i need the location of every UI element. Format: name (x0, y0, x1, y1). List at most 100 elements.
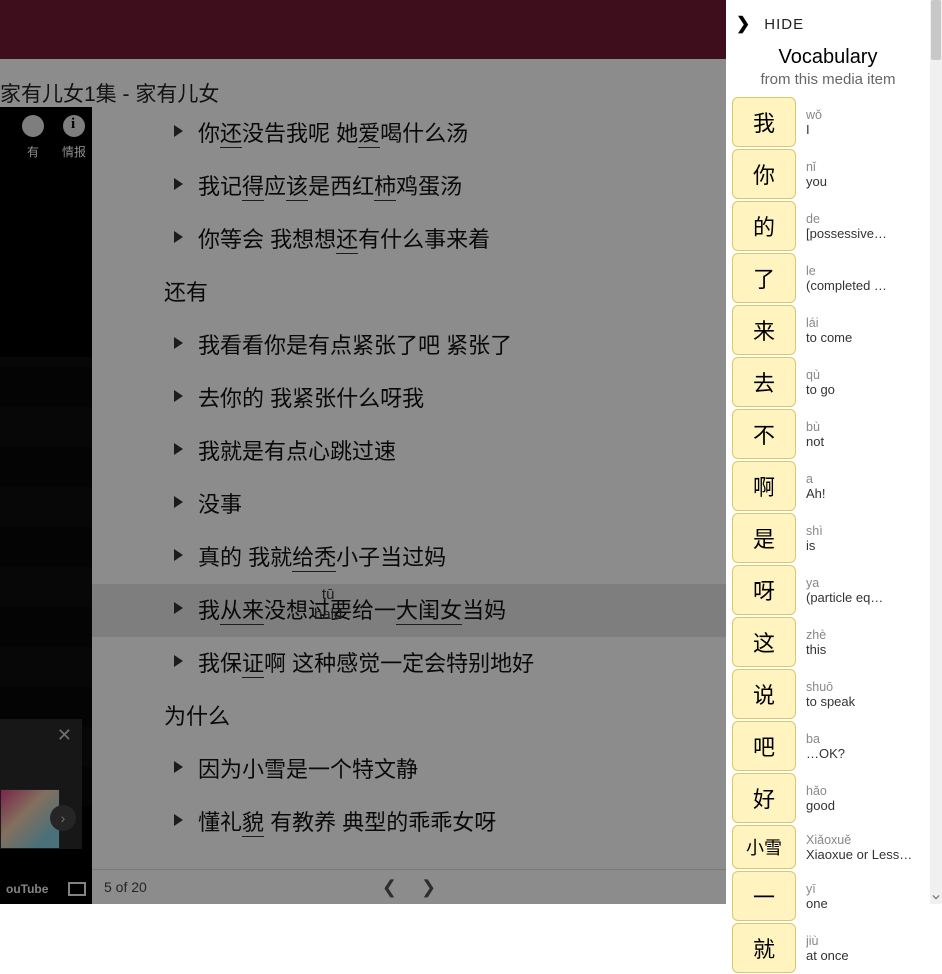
vocab-pinyin: lái (806, 316, 924, 330)
word-segment[interactable]: 有什么事来着 (358, 227, 490, 252)
vocab-pinyin: shì (806, 524, 924, 538)
word-segment[interactable]: 小子当过妈 (336, 545, 446, 570)
word-segment[interactable]: 当妈 (462, 598, 506, 623)
vocab-chip[interactable]: 说 (732, 669, 796, 719)
play-line-icon[interactable] (174, 761, 183, 773)
transcript-line[interactable]: 我就是有点心跳过速 (92, 425, 726, 478)
vocab-info: wǒI (806, 108, 924, 137)
transcript-label: 还有 (92, 266, 726, 319)
vocab-title: Vocabulary (726, 46, 930, 69)
word-segment[interactable]: 没告我呢 她 (242, 121, 358, 146)
transcript-text: 懂礼貌 有教养 典型的乖乖女呀 (198, 810, 496, 835)
word-segment[interactable]: 从来 (220, 598, 264, 625)
word-segment[interactable]: 给 (292, 545, 314, 572)
word-segment[interactable]: 我记 (198, 174, 242, 199)
fullscreen-button[interactable] (68, 882, 86, 896)
word-segment[interactable]: 秃 (314, 545, 336, 572)
play-line-icon[interactable] (174, 443, 183, 455)
vocab-chip[interactable]: 你 (732, 149, 796, 199)
vocab-pinyin: Xiǎoxuě (806, 833, 924, 847)
word-segment[interactable]: 还 (336, 227, 358, 254)
word-segment[interactable]: 还 (220, 121, 242, 148)
vocab-chip[interactable]: 好 (732, 773, 796, 823)
vocab-chip[interactable]: 啊 (732, 461, 796, 511)
vocab-chip[interactable]: 这 (732, 617, 796, 667)
word-segment[interactable]: 该 (286, 174, 308, 201)
word-segment[interactable]: 证 (242, 651, 264, 678)
transcript-line[interactable]: 因为小雪是一个特文静 (92, 743, 726, 796)
transcript-line[interactable]: 真的 我就给秃小子当过妈 (92, 531, 726, 584)
word-segment[interactable]: 喝什么汤 (380, 121, 468, 146)
transcript-line[interactable]: 你等会 我想想还有什么事来着 (92, 213, 726, 266)
word-segment[interactable]: 没事 (198, 492, 242, 517)
youtube-logo[interactable]: ouTube (6, 882, 48, 896)
word-segment[interactable]: 去你的 我紧张什么呀我 (198, 386, 424, 411)
transcript-line[interactable]: 我保证啊 这种感觉一定会特别地好 (92, 637, 726, 690)
vocab-chip[interactable]: 是 (732, 513, 796, 563)
vocab-row: 的de[possessive… (726, 200, 930, 252)
vocab-chip[interactable]: 了 (732, 253, 796, 303)
vocab-chip[interactable]: 呀 (732, 565, 796, 615)
word-segment[interactable]: 得 (242, 174, 264, 201)
play-line-icon[interactable] (174, 390, 183, 402)
word-segment[interactable]: 应 (264, 174, 286, 199)
vocab-chip[interactable]: 一 (732, 871, 796, 921)
transcript-text: 真的 我就给秃小子当过妈 (198, 545, 446, 570)
word-segment[interactable]: 啊 这种感觉一定会特别地好 (264, 651, 534, 676)
vocab-definition: at once (806, 948, 924, 963)
vocab-chip[interactable]: 就 (732, 923, 796, 973)
play-line-icon[interactable] (174, 496, 183, 508)
transcript-line[interactable]: 你还没告我呢 她爱喝什么汤 (92, 107, 726, 160)
transcript-line[interactable]: 我看看你是有点紧张了吧 紧张了 (92, 319, 726, 372)
word-segment[interactable]: 是西红 (308, 174, 374, 199)
play-line-icon[interactable] (174, 125, 183, 137)
word-segment[interactable]: 鸡蛋汤 (396, 174, 462, 199)
word-segment[interactable]: 大闺女 (396, 598, 462, 625)
word-segment[interactable]: 我就是有点心跳过速 (198, 439, 396, 464)
transcript-line[interactable]: 我从来没想过要给一大闺女当妈 (92, 584, 726, 637)
vocab-chip[interactable]: 我 (732, 97, 796, 147)
transcript-line[interactable]: 我记得应该是西红柿鸡蛋汤 (92, 160, 726, 213)
hide-sidebar-button[interactable]: ❯ HIDE (726, 0, 930, 44)
scrollbar[interactable] (930, 0, 942, 904)
vocab-chip[interactable]: 不 (732, 409, 796, 459)
share-button[interactable]: 有 (22, 115, 44, 160)
vocab-chip[interactable]: 小雪 (732, 825, 796, 869)
word-segment[interactable]: 有教养 典型的乖乖女呀 (264, 810, 496, 835)
transcript-line[interactable]: 没事 (92, 478, 726, 531)
word-segment[interactable]: 因为小雪是一个特文静 (198, 757, 418, 782)
scroll-down-button[interactable] (930, 890, 942, 904)
info-button[interactable]: 情报 (62, 115, 86, 160)
word-segment[interactable]: 柿 (374, 174, 396, 201)
play-line-icon[interactable] (174, 337, 183, 349)
next-page-button[interactable]: ❯ (421, 877, 436, 898)
vocab-chip[interactable]: 的 (732, 201, 796, 251)
word-segment[interactable]: 你 (198, 121, 220, 146)
play-line-icon[interactable] (174, 231, 183, 243)
play-line-icon[interactable] (174, 655, 183, 667)
play-line-icon[interactable] (174, 178, 183, 190)
vocab-chip[interactable]: 去 (732, 357, 796, 407)
word-segment[interactable]: 我保 (198, 651, 242, 676)
next-arrow-button[interactable]: › (50, 805, 76, 831)
play-line-icon[interactable] (174, 602, 183, 614)
play-line-icon[interactable] (174, 549, 183, 561)
scrollbar-thumb[interactable] (931, 0, 941, 60)
transcript-line[interactable]: 懂礼貌 有教养 典型的乖乖女呀 (92, 796, 726, 849)
vocab-chip[interactable]: 吧 (732, 721, 796, 771)
vocab-row: 了le(completed … (726, 252, 930, 304)
word-segment[interactable]: 真的 我就 (198, 545, 292, 570)
word-segment[interactable]: 我看看你是有点紧张了吧 紧张了 (198, 333, 512, 358)
vocab-row: 好hǎogood (726, 772, 930, 824)
transcript-line[interactable]: 去你的 我紧张什么呀我 (92, 372, 726, 425)
word-segment[interactable]: 我 (198, 598, 220, 623)
word-segment[interactable]: 爱 (358, 121, 380, 148)
word-segment[interactable]: 貌 (242, 810, 264, 837)
word-segment[interactable]: 你等会 我想想 (198, 227, 336, 252)
vocab-chip[interactable]: 来 (732, 305, 796, 355)
prev-page-button[interactable]: ❮ (382, 877, 397, 898)
word-segment[interactable]: 懂礼 (198, 810, 242, 835)
vocab-info: shìis (806, 524, 924, 553)
play-line-icon[interactable] (174, 814, 183, 826)
close-icon[interactable]: ✕ (57, 725, 72, 746)
